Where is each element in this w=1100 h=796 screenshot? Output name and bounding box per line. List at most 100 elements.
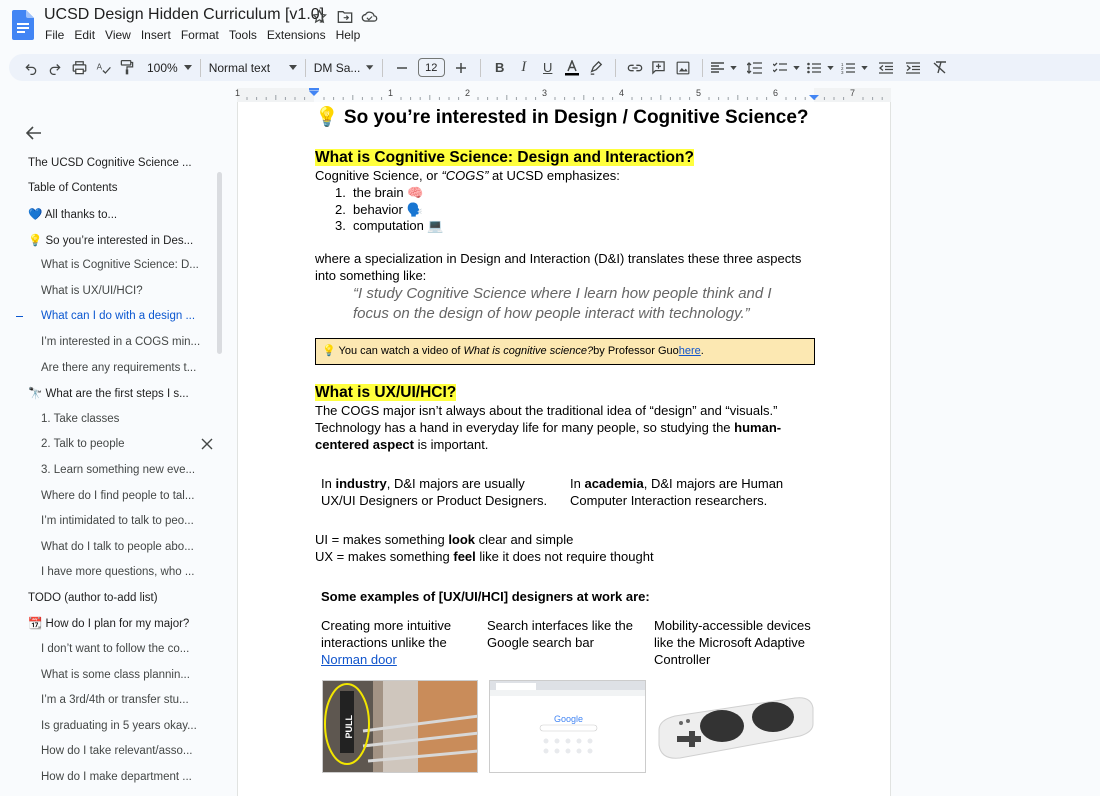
checklist-dropdown[interactable] xyxy=(772,57,800,79)
chevron-down-icon xyxy=(288,65,297,70)
heading-what-is-cogs: What is Cognitive Science: Design and In… xyxy=(315,149,694,166)
font-size-input[interactable]: 12 xyxy=(417,58,445,77)
outline-item[interactable]: I’m a 3rd/4th or transfer stu... xyxy=(9,687,219,713)
underline-icon[interactable]: U xyxy=(537,57,559,79)
paragraph-di: where a specialization in Design and Int… xyxy=(315,251,802,283)
outline-item[interactable]: What is UX/UI/HCI? xyxy=(9,278,219,304)
decrease-font-size-icon[interactable] xyxy=(391,57,413,79)
list-item: 2. behavior 🗣️ xyxy=(335,201,444,218)
outline-item[interactable]: How do I make department ... xyxy=(9,764,219,790)
bulleted-list-dropdown[interactable] xyxy=(806,57,834,79)
outline-item[interactable]: The UCSD Cognitive Science ... xyxy=(9,150,219,176)
document-title[interactable]: UCSD Design Hidden Curriculum [v1.0] xyxy=(44,6,324,24)
ux-definition: UX = makes something feel like it does n… xyxy=(315,548,654,565)
outline-item[interactable]: I have more questions, who ... xyxy=(9,560,219,586)
font-dropdown[interactable]: DM Sa... xyxy=(314,57,374,79)
menu-file[interactable]: File xyxy=(45,28,69,42)
spellcheck-icon[interactable]: A xyxy=(92,57,114,79)
cell-text: In xyxy=(321,476,336,491)
menu-extensions[interactable]: Extensions xyxy=(267,28,331,42)
google-docs-logo-icon[interactable] xyxy=(12,10,34,40)
outline-item[interactable]: How do I take relevant/asso... xyxy=(9,739,219,765)
outline-item[interactable]: Are there any requirements t... xyxy=(9,355,219,381)
adaptive-controller-image[interactable] xyxy=(655,680,815,773)
outline-item[interactable]: Is graduating in 5 years okay... xyxy=(9,713,219,739)
star-icon[interactable] xyxy=(311,8,328,25)
paint-format-icon[interactable] xyxy=(116,57,138,79)
outline-item[interactable]: 💡 So you’re interested in Des... xyxy=(9,227,219,253)
highlight-color-icon[interactable] xyxy=(585,57,607,79)
cloud-status-icon[interactable] xyxy=(361,8,378,25)
paragraph-style-dropdown[interactable]: Normal text xyxy=(209,57,297,79)
heading-what-is-ux-ui-hci: What is UX/UI/HCI? xyxy=(315,384,457,401)
align-dropdown[interactable] xyxy=(710,57,737,79)
outline-item[interactable]: What is some class plannin... xyxy=(9,662,219,688)
decrease-indent-icon[interactable] xyxy=(875,57,897,79)
outline-item[interactable]: 2. Talk to people xyxy=(9,432,219,458)
google-search-image[interactable]: Google xyxy=(489,680,646,773)
outline-item[interactable]: Where do I find people to tal... xyxy=(9,483,219,509)
outline-item[interactable]: Table of Contents xyxy=(9,176,219,202)
cell-text: In xyxy=(570,476,585,491)
outline-item[interactable]: What do I talk to people abo... xyxy=(9,534,219,560)
list-number: 3. xyxy=(335,218,346,233)
back-arrow-icon[interactable] xyxy=(25,126,42,145)
chevron-down-icon xyxy=(793,65,800,70)
add-comment-icon[interactable] xyxy=(648,57,670,79)
industry-cell: In industry, D&I majors are usually UX/U… xyxy=(321,475,556,509)
menu-tools[interactable]: Tools xyxy=(229,28,262,42)
cogs-intro-text: Cognitive Science, or xyxy=(315,168,442,183)
norman-door-link[interactable]: Norman door xyxy=(321,652,397,667)
numbered-list-dropdown[interactable]: 123 xyxy=(841,57,868,79)
menu-view[interactable]: View xyxy=(105,28,136,42)
callout-video-title: What is cognitive science? xyxy=(463,345,594,357)
academia-cell: In academia, D&I majors are Human Comput… xyxy=(570,475,810,509)
outline-item[interactable]: 🔭 What are the first steps I s... xyxy=(9,380,219,406)
redo-icon[interactable] xyxy=(44,57,66,79)
paragraph-text: The COGS major isn’t always about the tr… xyxy=(315,403,778,435)
cell-bold: academia xyxy=(584,476,644,491)
outline-item-label: Where do I find people to tal... xyxy=(41,489,195,502)
outline-item-label: I’m a 3rd/4th or transfer stu... xyxy=(41,694,189,707)
bold-icon[interactable]: B xyxy=(489,57,511,79)
outline-item[interactable]: I’m intimidated to talk to peo... xyxy=(9,508,219,534)
outline-item[interactable]: 3. Learn something new eve... xyxy=(9,457,219,483)
line-spacing-icon[interactable] xyxy=(744,57,766,79)
toolbar-divider xyxy=(614,58,616,77)
remove-heading-icon[interactable] xyxy=(201,438,213,453)
outline-item[interactable]: 1. Take classes xyxy=(9,406,219,432)
ui-definition: UI = makes something look clear and simp… xyxy=(315,531,573,548)
outline-item-label: 3. Learn something new eve... xyxy=(41,463,196,476)
svg-text:A: A xyxy=(96,62,102,71)
bulleted-list-icon xyxy=(806,62,821,73)
menu-edit[interactable]: Edit xyxy=(74,28,100,42)
norman-door-image[interactable]: PULL xyxy=(322,680,478,773)
google-logo-text: Google xyxy=(554,714,584,724)
insert-image-icon[interactable] xyxy=(672,57,694,79)
menu-format[interactable]: Format xyxy=(181,28,224,42)
outline-item[interactable]: What is Cognitive Science: D... xyxy=(9,252,219,278)
cell-bold: industry xyxy=(335,476,387,491)
undo-icon[interactable] xyxy=(20,57,42,79)
italic-icon[interactable]: I xyxy=(513,57,535,79)
here-link[interactable]: here xyxy=(679,343,701,360)
insert-link-icon[interactable] xyxy=(624,57,646,79)
outline-item[interactable]: TODO (author to-add list) xyxy=(9,585,219,611)
increase-font-size-icon[interactable] xyxy=(450,57,472,79)
menu-insert[interactable]: Insert xyxy=(141,28,176,42)
clear-formatting-icon[interactable] xyxy=(929,57,951,79)
outline-scrollbar[interactable] xyxy=(217,172,222,354)
example-text: Creating more intuitive interactions unl… xyxy=(321,618,452,650)
outline-item[interactable]: 💙 All thanks to... xyxy=(9,201,219,227)
zoom-dropdown[interactable]: 100% xyxy=(147,57,192,79)
move-folder-icon[interactable] xyxy=(336,8,353,25)
outline-item[interactable]: I don’t want to follow the co... xyxy=(9,636,219,662)
print-icon[interactable] xyxy=(68,57,90,79)
increase-indent-icon[interactable] xyxy=(902,57,924,79)
outline-item[interactable]: I’m interested in a COGS min... xyxy=(9,329,219,355)
outline-item[interactable]: 📆 How do I plan for my major? xyxy=(9,611,219,637)
menu-help[interactable]: Help xyxy=(336,28,366,42)
horizontal-ruler[interactable]: 1 1 2 3 4 5 6 7 xyxy=(235,88,891,102)
text-color-icon[interactable] xyxy=(561,57,583,79)
outline-item[interactable]: What can I do with a design ... xyxy=(9,304,219,330)
